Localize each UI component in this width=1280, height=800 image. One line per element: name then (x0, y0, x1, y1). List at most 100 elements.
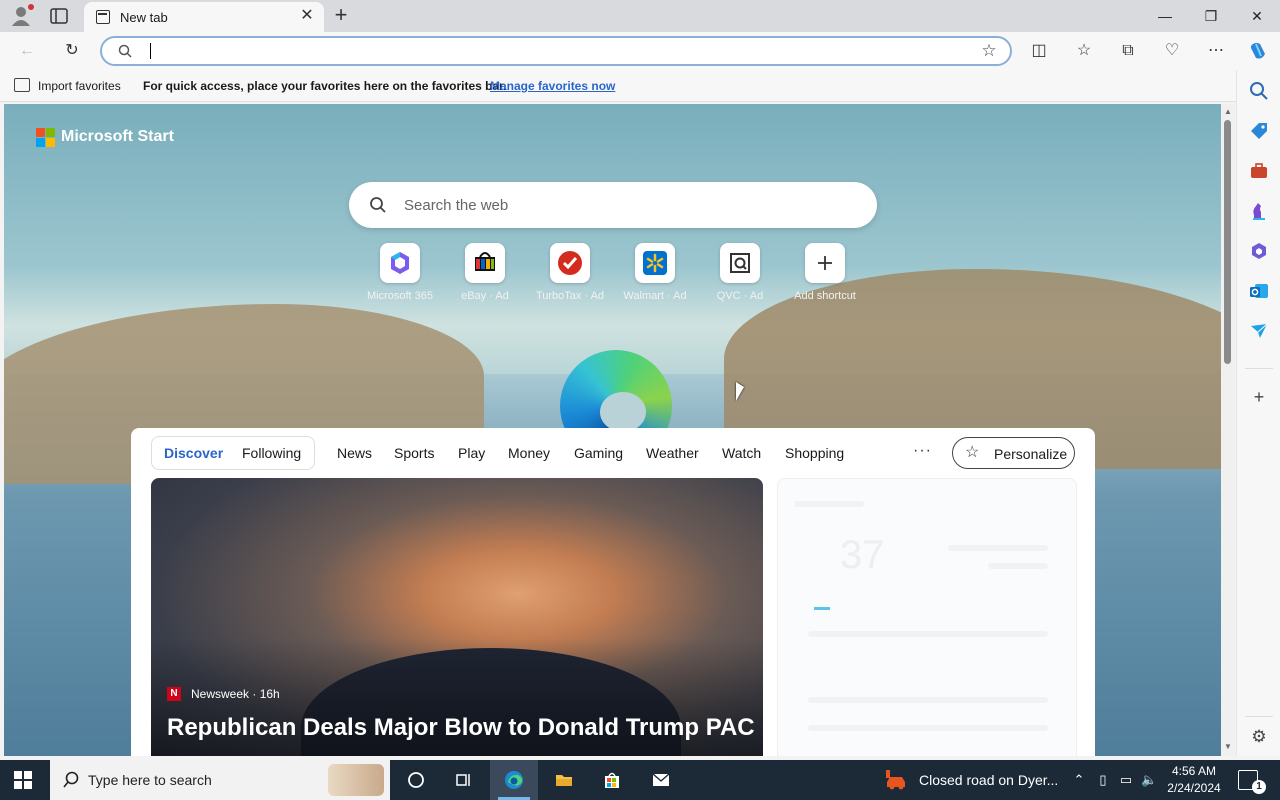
shortcut-tile (635, 243, 675, 283)
drop-send-icon[interactable] (1248, 320, 1270, 342)
tab-sports[interactable]: Sports (394, 445, 434, 461)
settings-and-more-icon[interactable]: ⋯ (1205, 40, 1227, 62)
new-tab-button[interactable]: + (330, 4, 352, 28)
sidebar-settings-gear-icon[interactable]: ⚙ (1248, 726, 1270, 748)
shortcut-ebay[interactable]: eBay · Ad (443, 243, 527, 307)
taskbar-edge[interactable] (490, 760, 538, 800)
taskbar-file-explorer[interactable] (540, 760, 588, 800)
microsoft-365-icon (391, 252, 409, 274)
web-search-placeholder: Search the web (404, 197, 509, 214)
games-chess-icon[interactable] (1248, 200, 1270, 222)
placeholder-line (948, 545, 1048, 551)
cortana-button[interactable] (392, 760, 440, 800)
split-screen-icon[interactable]: ◫ (1028, 40, 1050, 62)
tab-money[interactable]: Money (508, 445, 550, 461)
tab-actions-icon[interactable] (50, 8, 68, 24)
shopping-tag-icon[interactable] (1248, 120, 1270, 142)
plus-icon (818, 256, 832, 270)
placeholder-line (808, 725, 1048, 731)
edge-sidebar: + ⚙ (1236, 70, 1280, 756)
news-feed: Discover Following News Sports Play Mone… (131, 428, 1095, 756)
shortcut-label: TurboTax · Ad (535, 290, 605, 302)
sidebar-divider (1245, 368, 1273, 369)
page-scrollbar[interactable]: ▲ ▼ (1221, 104, 1235, 756)
taskbar-search-placeholder: Type here to search (88, 772, 212, 788)
shortcut-turbotax[interactable]: TurboTax · Ad (528, 243, 612, 307)
address-input[interactable] (154, 41, 954, 61)
microsoft-365-sidebar-icon[interactable] (1248, 240, 1270, 262)
shortcut-tile (550, 243, 590, 283)
collections-icon[interactable]: ⧉ (1117, 40, 1139, 62)
import-favorites-button[interactable]: Import favorites (38, 79, 121, 93)
volume-muted-icon[interactable]: 🔈 (1141, 772, 1157, 788)
add-shortcut-button[interactable]: Add shortcut (783, 243, 867, 307)
browser-toolbar: ← ↻ ☆ ◫ ☆ ⧉ ♡ ⋯ (0, 32, 1280, 70)
web-search-box[interactable]: Search the web (349, 182, 877, 228)
text-caret (150, 43, 151, 59)
add-sidebar-app-icon[interactable]: + (1248, 386, 1270, 408)
scrollbar-thumb[interactable] (1224, 120, 1231, 364)
restore-icon[interactable]: ❐ (1196, 4, 1226, 28)
hero-article-card[interactable]: N Newsweek · 16h Republican Deals Major … (151, 478, 763, 756)
taskbar-search-box[interactable]: Type here to search (50, 760, 390, 800)
system-clock[interactable]: 4:56 AM 2/24/2024 (1160, 763, 1228, 797)
shortcut-tile (380, 243, 420, 283)
clock-time: 4:56 AM (1171, 764, 1217, 778)
network-icon[interactable]: ▭ (1118, 772, 1134, 788)
tab-watch[interactable]: Watch (722, 445, 761, 461)
manage-favorites-link[interactable]: Manage favorites now (490, 79, 615, 93)
close-window-icon[interactable]: ✕ (1242, 4, 1272, 28)
weather-card-loading[interactable]: 37 (777, 478, 1077, 756)
tab-news[interactable]: News (337, 445, 372, 461)
tools-briefcase-icon[interactable] (1248, 160, 1270, 182)
add-favorite-star-icon[interactable]: ☆ (978, 40, 1000, 62)
back-icon[interactable]: ← (16, 40, 38, 62)
shortcut-label: QVC · Ad (716, 290, 764, 302)
tab-gaming[interactable]: Gaming (574, 445, 623, 461)
tab-play[interactable]: Play (458, 445, 485, 461)
scroll-up-icon[interactable]: ▲ (1223, 107, 1233, 117)
tab-shopping[interactable]: Shopping (785, 445, 844, 461)
microsoft-logo-icon (36, 128, 56, 148)
favorites-icon[interactable]: ☆ (1073, 40, 1095, 62)
more-tabs-button[interactable]: ··· (913, 442, 932, 460)
favorites-bar: Import favorites For quick access, place… (0, 70, 1280, 102)
tab-new-tab[interactable]: New tab ✕ (84, 2, 324, 32)
address-bar[interactable]: ☆ (100, 36, 1012, 66)
shortcut-microsoft-365[interactable]: Microsoft 365 (358, 243, 442, 307)
search-icon (63, 771, 79, 788)
windows-taskbar: Type here to search Closed road on Dyer.… (0, 760, 1280, 800)
tablet-device-icon[interactable]: ▯ (1095, 772, 1111, 788)
taskbar-mail[interactable] (637, 760, 685, 800)
edge-icon (505, 771, 523, 789)
tab-discover[interactable]: Discover (164, 445, 223, 461)
sidebar-divider (1245, 716, 1273, 717)
scroll-down-icon[interactable]: ▼ (1223, 742, 1233, 752)
personalize-button[interactable]: ☆ Personalize (952, 437, 1075, 469)
article-source: Newsweek · 16h (191, 687, 280, 701)
show-hidden-icons-chevron-icon[interactable]: ⌃ (1071, 772, 1087, 788)
newsweek-logo-icon: N (167, 687, 181, 701)
copilot-icon[interactable] (1247, 40, 1269, 62)
article-title[interactable]: Republican Deals Major Blow to Donald Tr… (167, 714, 755, 742)
import-favorites-icon (14, 78, 30, 92)
browser-essentials-icon[interactable]: ♡ (1161, 40, 1183, 62)
windows-start-icon[interactable] (14, 771, 32, 789)
refresh-icon[interactable]: ↻ (61, 40, 83, 62)
tab-weather[interactable]: Weather (646, 445, 699, 461)
search-icon[interactable] (1248, 80, 1270, 102)
taskbar-store[interactable] (588, 760, 636, 800)
sparkle-star-icon: ☆ (965, 444, 980, 461)
search-icon (118, 44, 132, 58)
clock-date: 2/24/2024 (1167, 781, 1221, 795)
shortcut-qvc[interactable]: QVC · Ad (698, 243, 782, 307)
notification-count-badge: 1 (1252, 780, 1266, 794)
minimize-icon[interactable]: — (1150, 4, 1180, 28)
tab-close-icon[interactable]: ✕ (298, 7, 316, 25)
news-notification-text[interactable]: Closed road on Dyer... (919, 772, 1058, 788)
tab-following[interactable]: Following (242, 445, 301, 461)
microsoft-start-brand[interactable]: Microsoft Start (61, 128, 174, 146)
outlook-icon[interactable] (1248, 280, 1270, 302)
shortcut-walmart[interactable]: Walmart · Ad (613, 243, 697, 307)
task-view-button[interactable] (440, 760, 488, 800)
